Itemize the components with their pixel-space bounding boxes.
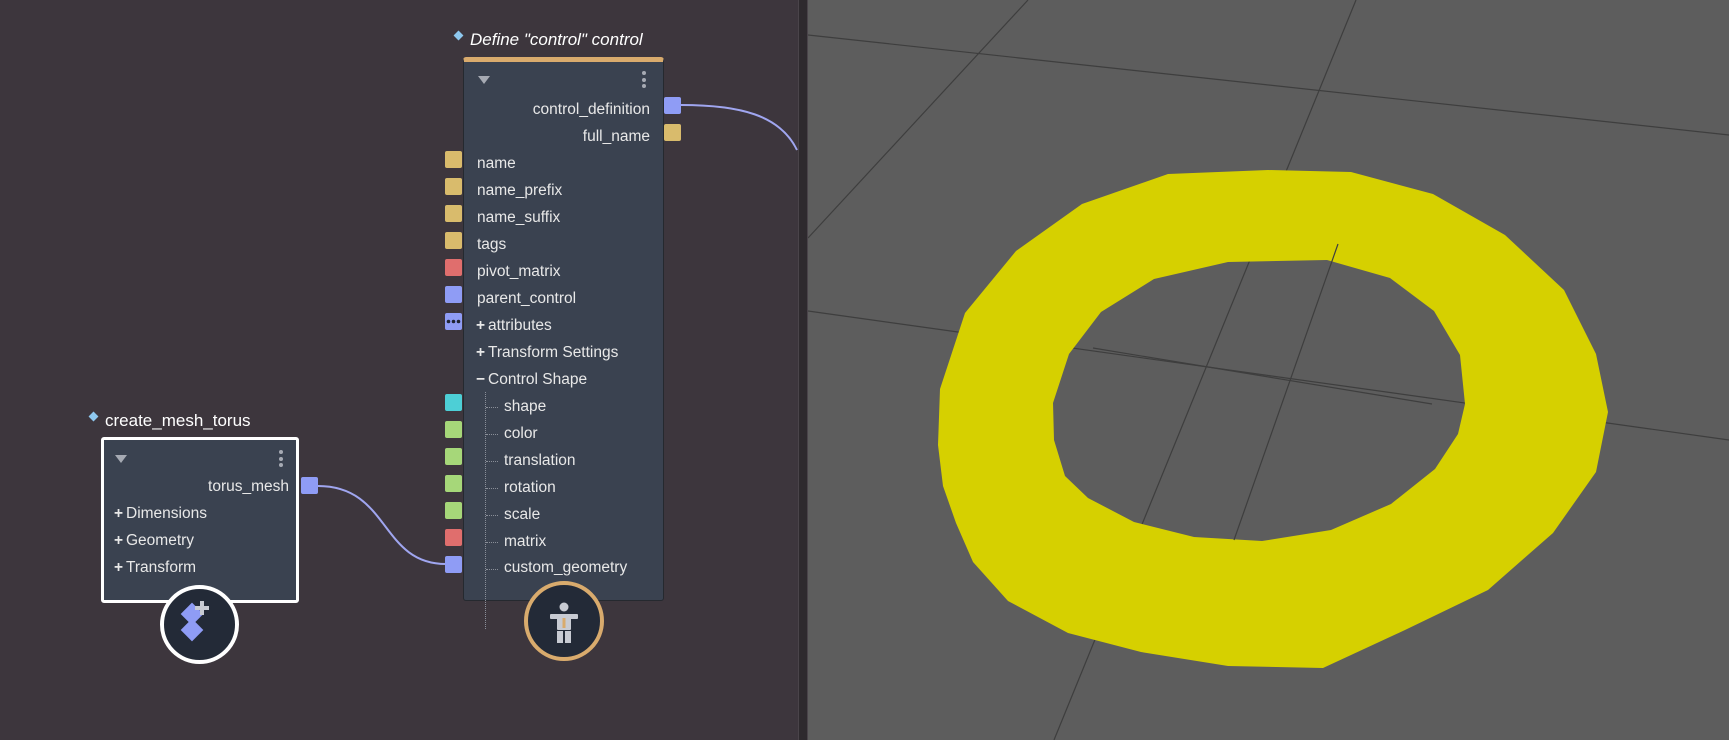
expand-plus-icon: + [114,559,124,576]
input-color: color [504,425,538,442]
input-name-suffix: name_suffix [477,209,561,226]
torus-node-title: create_mesh_torus [88,411,251,431]
rotation-input-port[interactable] [445,475,462,492]
expand-plus-icon: + [476,344,486,361]
group-transform[interactable]: + Transform [114,556,196,580]
input-parent-control: parent_control [477,290,577,307]
collapse-minus-icon: − [476,371,486,388]
output-full-name: full_name [582,128,650,145]
rig-figure-icon [550,602,578,643]
input-tags: tags [477,236,507,253]
input-custom-geometry: custom_geometry [504,559,628,576]
torus-mesh-output-port[interactable] [301,477,318,494]
color-input-port[interactable] [445,421,462,438]
group-dimensions[interactable]: + Dimensions [114,502,207,526]
input-translation: translation [504,452,576,469]
group-geometry[interactable]: + Geometry [114,529,194,553]
full-name-output-port[interactable] [664,124,681,141]
node-menu-icon[interactable] [642,71,646,91]
group-attributes[interactable]: + attributes [476,314,552,338]
group-control-shape[interactable]: − Control Shape [476,368,587,392]
custom-geometry-input-port[interactable] [445,556,462,573]
panel-splitter[interactable] [798,0,808,740]
tree-branch [486,488,498,489]
torus-node-badge [160,585,239,664]
group-geometry-label: Geometry [126,532,195,549]
torus-node[interactable]: torus_mesh + Dimensions + Geometry + Transf… [101,437,299,603]
node-menu-icon[interactable] [279,450,283,470]
control-node-badge [524,581,604,661]
torus-node-title-text: create_mesh_torus [105,411,251,430]
name-input-port[interactable] [445,151,462,168]
control-node-title-text: Define "control" control [470,30,643,49]
translation-input-port[interactable] [445,448,462,465]
mesh-add-icon [180,601,209,642]
tree-branch [486,542,498,543]
tree-branch [486,569,498,570]
shape-input-port[interactable] [445,394,462,411]
tree-guide-line [485,392,486,629]
group-control-shape-label: Control Shape [488,371,588,388]
viewport-3d[interactable] [808,0,1729,740]
input-name-prefix: name_prefix [477,182,563,199]
group-transform-settings-label: Transform Settings [488,344,619,361]
expand-plus-icon: + [476,317,486,334]
input-scale: scale [504,506,541,523]
control-node-title: Define "control" control [453,30,643,50]
wire-control-definition-out [680,104,798,151]
collapse-triangle-icon[interactable] [115,455,127,463]
attributes-array-input-port[interactable] [445,313,462,330]
group-transform-settings[interactable]: + Transform Settings [476,341,618,365]
collapse-triangle-icon[interactable] [478,76,490,84]
tree-branch [486,407,498,408]
input-rotation: rotation [504,479,556,496]
tags-input-port[interactable] [445,232,462,249]
group-attributes-label: attributes [488,317,552,334]
torus-mesh [938,170,1608,668]
parent-control-input-port[interactable] [445,286,462,303]
expand-plus-icon: + [114,532,124,549]
pivot-matrix-input-port[interactable] [445,259,462,276]
input-pivot-matrix: pivot_matrix [477,263,561,280]
group-transform-label: Transform [126,559,197,576]
control-definition-output-port[interactable] [664,97,681,114]
matrix-input-port[interactable] [445,529,462,546]
input-name: name [477,155,516,172]
node-graph-panel[interactable]: create_mesh_torus torus_mesh + Dimensions… [0,0,798,740]
define-control-node[interactable]: control_definition full_name name name_p… [463,57,664,629]
ground-grid-inner [1092,243,1433,541]
scale-input-port[interactable] [445,502,462,519]
tree-branch [486,515,498,516]
group-dimensions-label: Dimensions [126,505,207,522]
name-prefix-input-port[interactable] [445,178,462,195]
output-control-definition: control_definition [532,101,650,118]
viewport-scene [808,0,1729,740]
tree-branch [486,461,498,462]
node-diamond-icon [453,30,464,41]
name-suffix-input-port[interactable] [445,205,462,222]
input-shape: shape [504,398,547,415]
input-matrix: matrix [504,533,547,550]
tree-branch [486,434,498,435]
expand-plus-icon: + [114,505,124,522]
array-dots-icon [446,319,461,324]
node-diamond-icon [88,411,99,422]
wire-torus-to-custom-geometry [317,485,447,565]
torus-mesh-output-label: torus_mesh [208,478,289,495]
